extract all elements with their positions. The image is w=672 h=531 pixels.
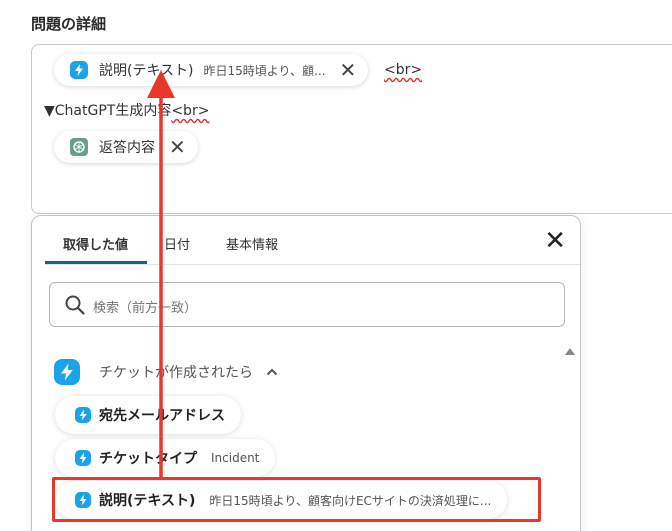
- variable-chip-response[interactable]: 返答内容 ✕: [54, 131, 198, 163]
- chip-preview: 昨日15時頃より、顧...: [203, 63, 326, 78]
- tab-acquired-values[interactable]: 取得した値: [63, 234, 128, 253]
- zendesk-lightning-icon: [75, 407, 91, 423]
- chevron-up-icon[interactable]: [265, 365, 279, 379]
- chip-label: 返答内容: [99, 140, 155, 156]
- search-icon: [65, 295, 85, 315]
- search-placeholder: 検索（前方一致）: [93, 301, 198, 316]
- list-item[interactable]: チケットタイプ Incident: [55, 439, 276, 477]
- search-input[interactable]: 検索（前方一致）: [49, 282, 565, 327]
- item-label: 説明(テキスト): [99, 493, 196, 509]
- variable-chip-description[interactable]: 説明(テキスト) 昨日15時頃より、顧... ✕: [54, 54, 369, 86]
- trigger-group-header[interactable]: チケットが作成されたら: [54, 359, 279, 385]
- close-icon[interactable]: ✕: [340, 60, 357, 80]
- zendesk-lightning-icon: [75, 450, 91, 466]
- item-label: チケットタイプ: [99, 451, 197, 467]
- tab-date[interactable]: 日付: [164, 234, 190, 253]
- list-item[interactable]: 説明(テキスト) 昨日15時頃より、顧客向けECサイトの決済処理に...: [55, 481, 508, 519]
- zendesk-lightning-icon: [54, 359, 80, 385]
- item-preview: 昨日15時頃より、顧客向けECサイトの決済処理に...: [209, 493, 492, 508]
- problem-detail-editor[interactable]: 説明(テキスト) 昨日15時頃より、顧... ✕ <br> ▼ChatGPT生成…: [31, 44, 672, 214]
- item-preview: Incident: [211, 451, 260, 465]
- close-icon[interactable]: ✕: [544, 228, 566, 254]
- zendesk-lightning-icon: [75, 492, 91, 508]
- chatgpt-icon: [70, 138, 88, 156]
- scroll-up-arrow-icon[interactable]: [565, 348, 575, 355]
- group-label: チケットが作成されたら: [99, 365, 253, 381]
- br-tag-text: <br>: [384, 62, 423, 78]
- chip-label: 説明(テキスト): [99, 63, 194, 79]
- tab-basic-info[interactable]: 基本情報: [226, 234, 278, 253]
- section-title: 問題の詳細: [31, 15, 107, 33]
- tabs-divider: [45, 264, 580, 265]
- item-label: 宛先メールアドレス: [99, 408, 225, 424]
- editor-line-2: ▼ChatGPT生成内容<br>: [44, 103, 210, 119]
- list-item[interactable]: 宛先メールアドレス: [55, 396, 241, 434]
- close-icon[interactable]: ✕: [169, 137, 186, 157]
- zendesk-lightning-icon: [70, 61, 88, 79]
- variable-picker-panel: 取得した値 日付 基本情報 ✕ 検索（前方一致） チケットが作成されたら 宛先メ…: [31, 215, 581, 531]
